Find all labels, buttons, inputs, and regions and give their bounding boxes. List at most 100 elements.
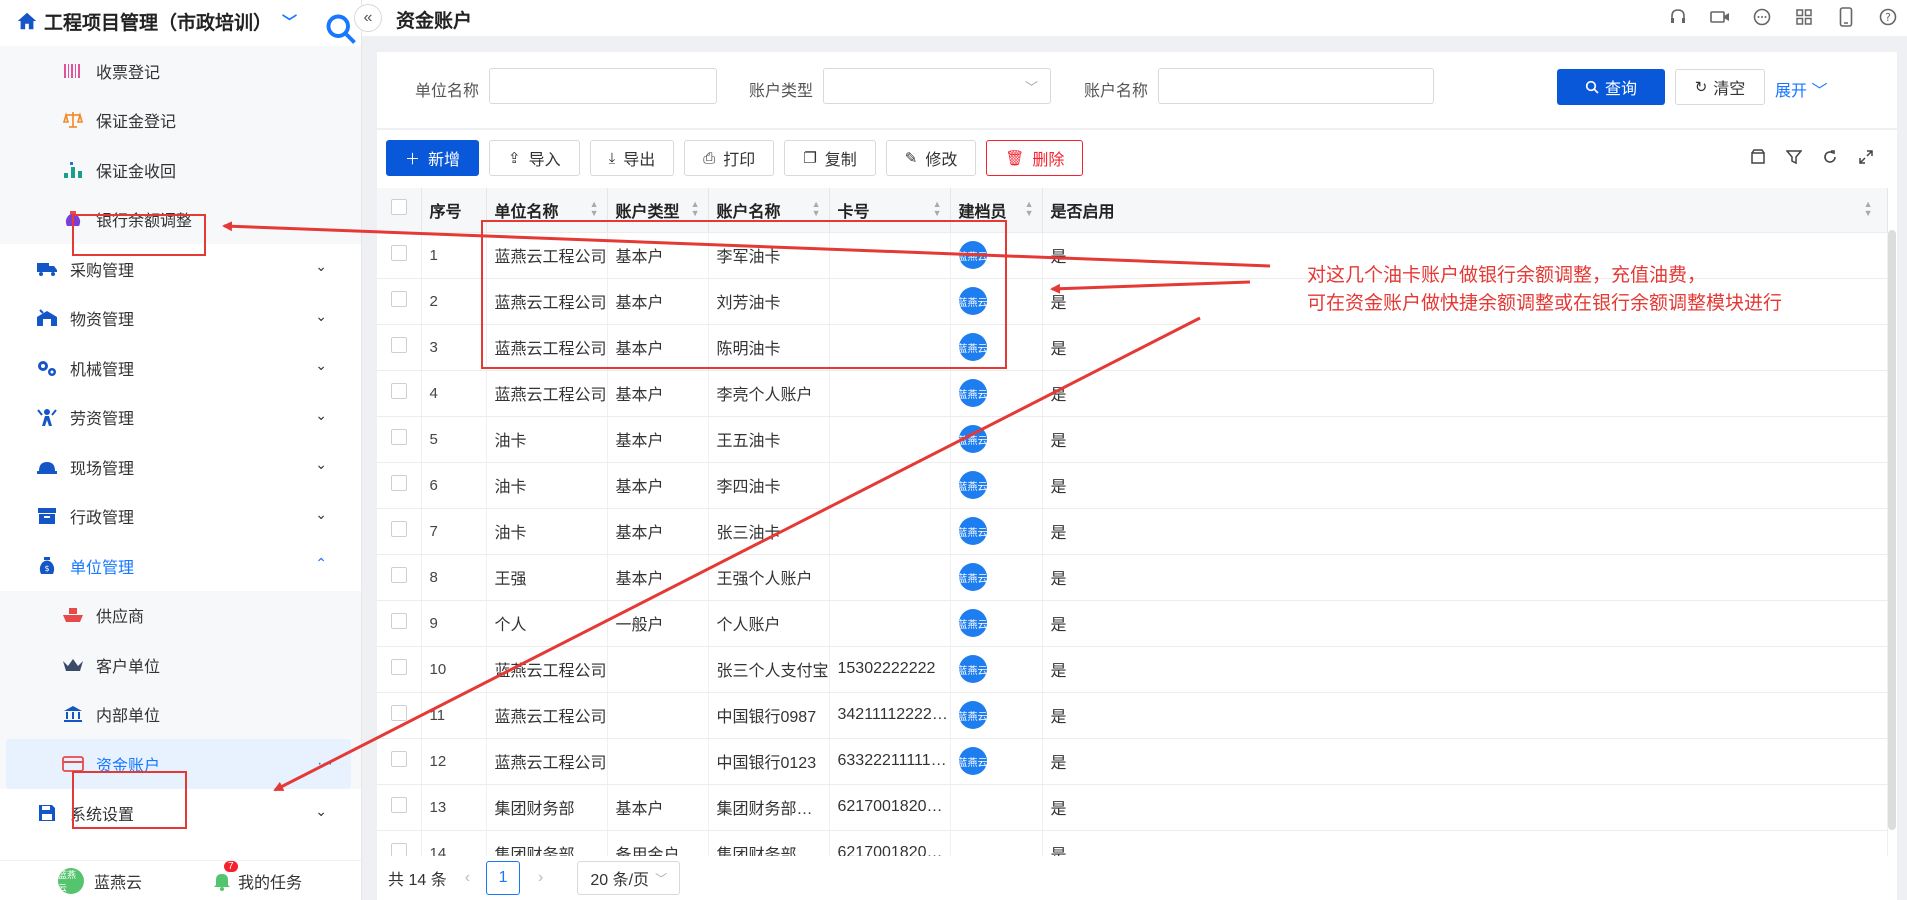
sidebar-item-deposit-register[interactable]: 保证金登记 bbox=[0, 96, 361, 146]
avatar[interactable]: 蓝燕云 bbox=[958, 563, 988, 591]
avatar[interactable]: 蓝燕云 bbox=[958, 471, 988, 499]
sidebar-item-material[interactable]: 物资管理 ⌄ bbox=[0, 294, 361, 344]
sidebar-item-label: 收票登记 bbox=[96, 64, 161, 82]
row-checkbox[interactable] bbox=[377, 462, 422, 509]
my-tasks[interactable]: 7 我的任务 bbox=[212, 860, 302, 893]
sort-icon[interactable]: ▲ ▼ bbox=[691, 200, 700, 218]
delete-button[interactable]: 🗑 删除 bbox=[986, 140, 1084, 176]
query-button[interactable]: 查询 bbox=[1557, 69, 1665, 105]
table-scrollbar[interactable] bbox=[1888, 230, 1896, 830]
table-row[interactable]: 13集团财务部基本户集团财务部业务...6217001820000... 是 bbox=[377, 784, 1888, 831]
row-checkbox[interactable] bbox=[377, 508, 422, 555]
row-checkbox[interactable] bbox=[377, 278, 422, 325]
row-checkbox[interactable] bbox=[377, 554, 422, 601]
pencil-icon: ✎ bbox=[904, 150, 918, 167]
row-checkbox[interactable] bbox=[377, 784, 422, 831]
table-row[interactable]: 5 油卡 基本户 王五油卡 蓝燕云 是 bbox=[377, 416, 1888, 463]
collapse-sidebar-button[interactable]: « bbox=[354, 4, 382, 32]
unit-name-input[interactable] bbox=[489, 68, 717, 104]
table-row[interactable]: 11蓝燕云工程公司 中国银行09873421111222209...蓝燕云 是 bbox=[377, 692, 1888, 739]
sidebar-item-receipt[interactable]: 收票登记 bbox=[0, 46, 361, 96]
row-checkbox[interactable] bbox=[377, 600, 422, 647]
cell-card: 15302222222 bbox=[829, 646, 951, 693]
cell-unit: 油卡 bbox=[486, 508, 608, 555]
next-page-icon[interactable]: › bbox=[538, 869, 543, 887]
row-checkbox[interactable] bbox=[377, 324, 422, 371]
clear-button[interactable]: ↻ 清空 bbox=[1675, 69, 1765, 105]
save-icon bbox=[36, 802, 58, 824]
sidebar-item-machinery[interactable]: 机械管理 ⌄ bbox=[0, 343, 361, 393]
sort-icon[interactable]: ▲ ▼ bbox=[590, 200, 599, 218]
table-row[interactable]: 9 个人 一般户 个人账户 蓝燕云 是 bbox=[377, 600, 1888, 647]
sidebar-item-deposit-recover[interactable]: 保证金收回 bbox=[0, 145, 361, 195]
account-type-label: 账户类型 bbox=[749, 83, 814, 100]
annotation-line-1: 对这几个油卡账户做银行余额调整，充值油费， bbox=[1307, 265, 1707, 286]
avatar[interactable]: 蓝燕云 bbox=[958, 517, 988, 545]
expand-link[interactable]: 展开 ﹀ bbox=[1775, 77, 1827, 101]
row-checkbox[interactable] bbox=[377, 232, 422, 279]
apps-grid-icon[interactable] bbox=[1793, 6, 1815, 28]
table-row[interactable]: 4 蓝燕云工程公司 基本户 李亮个人账户 蓝燕云 是 bbox=[377, 370, 1888, 417]
sidebar-item-customer[interactable]: 客户单位 bbox=[0, 640, 361, 690]
headset-icon[interactable] bbox=[1667, 6, 1689, 28]
sort-icon[interactable]: ▲ ▼ bbox=[1864, 200, 1873, 218]
table-row[interactable]: 10 蓝燕云工程公司 张三个人支付宝 15302222222 蓝燕云 是 bbox=[377, 646, 1888, 693]
table-row[interactable]: 8 王强 基本户 王强个人账户 蓝燕云 是 bbox=[377, 554, 1888, 601]
row-checkbox[interactable] bbox=[377, 416, 422, 463]
sidebar-item-internal[interactable]: 内部单位 bbox=[0, 690, 361, 740]
mobile-icon[interactable] bbox=[1835, 6, 1857, 28]
chevron-down-icon: ⌄ bbox=[315, 505, 327, 522]
avatar[interactable]: 蓝燕云 bbox=[958, 425, 988, 453]
avatar[interactable]: 蓝燕云 bbox=[958, 747, 988, 775]
account-name-input[interactable] bbox=[1158, 68, 1434, 104]
avatar[interactable]: 蓝燕云 bbox=[58, 867, 84, 894]
app-brand[interactable]: 工程项目管理（市政培训） ﹀ bbox=[0, 0, 361, 42]
sidebar-item-labor[interactable]: 劳资管理 ⌄ bbox=[0, 393, 361, 443]
row-checkbox[interactable] bbox=[377, 692, 422, 739]
sort-icon[interactable]: ▲ ▼ bbox=[1025, 200, 1034, 218]
help-icon[interactable]: ? bbox=[1877, 6, 1899, 28]
import-button[interactable]: ⇪ 导入 bbox=[489, 140, 580, 176]
table-row[interactable]: 7 油卡 基本户 张三油卡 蓝燕云 是 bbox=[377, 508, 1888, 555]
edit-button[interactable]: ✎ 修改 bbox=[885, 140, 977, 176]
sidebar-item-supplier[interactable]: 供应商 bbox=[0, 591, 361, 641]
current-page[interactable]: 1 bbox=[486, 861, 521, 895]
table-row[interactable]: 12 蓝燕云工程公司 中国银行0123 6332221111120... 蓝燕云 是 bbox=[377, 738, 1888, 785]
sort-icon[interactable]: ▲ ▼ bbox=[933, 200, 942, 218]
column-header-no: 序号 bbox=[421, 188, 487, 233]
archive-icon[interactable] bbox=[1749, 148, 1767, 166]
query-label: 查询 bbox=[1604, 81, 1637, 98]
row-checkbox[interactable] bbox=[377, 646, 422, 693]
video-icon[interactable] bbox=[1709, 6, 1731, 28]
fullscreen-icon[interactable] bbox=[1857, 148, 1875, 166]
filter-icon[interactable] bbox=[1785, 148, 1803, 166]
page-size-select[interactable]: 20 条/页 ﹀ bbox=[577, 861, 681, 895]
row-checkbox[interactable] bbox=[377, 738, 422, 785]
cell-type: 基本户 bbox=[607, 508, 709, 555]
cell-card bbox=[829, 600, 951, 647]
avatar[interactable]: 蓝燕云 bbox=[958, 609, 988, 637]
avatar[interactable]: 蓝燕云 bbox=[958, 379, 988, 407]
sidebar-item-unit[interactable]: $ 单位管理 ⌃ bbox=[0, 541, 361, 591]
refresh-icon[interactable] bbox=[1821, 148, 1839, 166]
chat-icon[interactable] bbox=[1751, 6, 1773, 28]
print-button[interactable]: ⎙ 打印 bbox=[684, 140, 775, 176]
user-name[interactable]: 蓝燕云 bbox=[94, 869, 142, 893]
table-row[interactable]: 6 油卡 基本户 李四油卡 蓝燕云 是 bbox=[377, 462, 1888, 509]
sidebar-item-admin[interactable]: 行政管理 ⌄ bbox=[0, 492, 361, 542]
row-checkbox[interactable] bbox=[377, 370, 422, 417]
copy-button[interactable]: ❐ 复制 bbox=[784, 140, 876, 176]
avatar[interactable]: 蓝燕云 bbox=[958, 701, 988, 729]
column-header-enabled[interactable]: 是否启用 ▲ ▼ bbox=[1042, 188, 1888, 233]
sidebar-item-site[interactable]: 现场管理 ⌄ bbox=[0, 442, 361, 492]
more-icon[interactable]: ··· bbox=[317, 755, 333, 773]
select-all-checkbox[interactable] bbox=[377, 188, 422, 233]
chevron-down-icon[interactable]: ﹀ bbox=[282, 11, 297, 32]
add-button[interactable]: ＋ 新增 bbox=[386, 140, 480, 176]
account-type-select[interactable]: ﹀ bbox=[823, 68, 1051, 104]
export-button[interactable]: ⤓ 导出 bbox=[589, 140, 675, 176]
avatar[interactable]: 蓝燕云 bbox=[958, 655, 988, 683]
sort-icon[interactable]: ▲ ▼ bbox=[812, 200, 821, 218]
cell-enabled: 是 bbox=[1042, 692, 1888, 739]
prev-page-icon[interactable]: ‹ bbox=[465, 869, 470, 887]
